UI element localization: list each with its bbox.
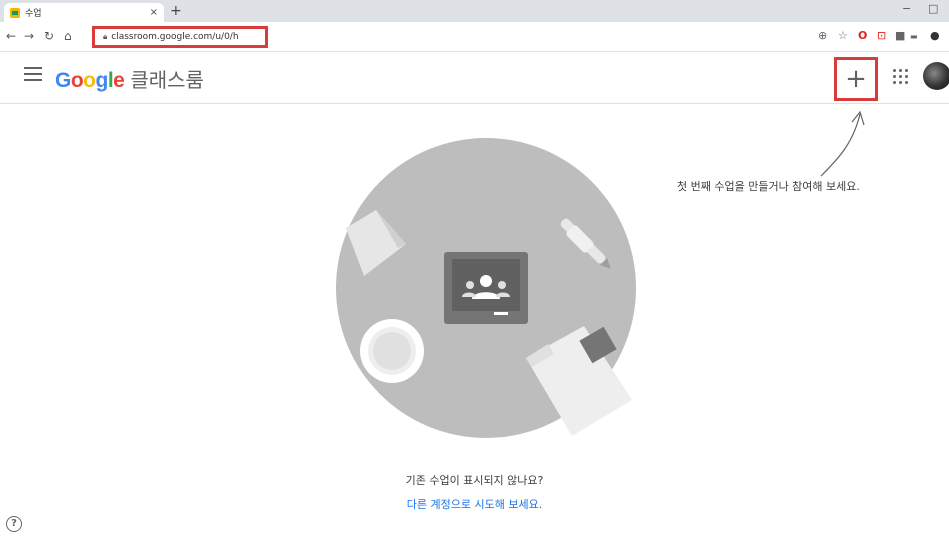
minimize-icon[interactable]: − xyxy=(902,2,911,15)
switch-account-link[interactable]: 다른 계정으로 시도해 보세요. xyxy=(0,496,949,512)
reload-icon[interactable]: ↻ xyxy=(44,29,54,43)
opera-extension-icon[interactable]: O xyxy=(858,29,867,42)
url-text: classroom.google.com/u/0/h xyxy=(111,32,239,42)
extension-icon[interactable]: ⊡ xyxy=(877,29,886,42)
hamburger-menu-icon[interactable] xyxy=(24,67,42,81)
maximize-icon[interactable]: □ xyxy=(928,2,938,15)
google-apps-icon[interactable] xyxy=(893,69,908,84)
create-or-join-class-button[interactable]: + xyxy=(834,57,878,101)
coffee-cup-icon xyxy=(360,319,424,383)
tab-close-icon[interactable]: × xyxy=(150,7,158,18)
new-tab-button[interactable]: + xyxy=(170,3,182,19)
brand[interactable]: Google 클래스룸 xyxy=(55,64,204,93)
empty-classroom-illustration xyxy=(336,138,636,438)
tab-title: 수업 xyxy=(25,9,42,19)
forward-icon[interactable]: → xyxy=(24,29,34,43)
create-class-hint: 첫 번째 수업을 만들거나 참여해 보세요. xyxy=(677,180,860,193)
lock-icon: 🔒︎ xyxy=(103,32,108,41)
extension-square-icon[interactable]: ■ xyxy=(895,29,905,42)
product-name: 클래스룸 xyxy=(130,70,204,92)
back-icon[interactable]: ← xyxy=(6,29,16,43)
bookmark-star-icon[interactable]: ☆ xyxy=(838,29,848,42)
profile-extension-icon[interactable]: ● xyxy=(930,29,940,42)
avatar[interactable] xyxy=(923,62,949,90)
app-header: Google 클래스룸 + xyxy=(0,52,949,104)
classroom-favicon-icon xyxy=(10,7,20,18)
zoom-icon[interactable]: ⊕ xyxy=(818,29,827,42)
classroom-board-icon xyxy=(444,252,528,324)
browser-tab[interactable]: 수업 × xyxy=(4,3,164,22)
extension-off-icon[interactable]: ▬ xyxy=(910,32,918,41)
missing-classes-question: 기존 수업이 표시되지 않나요? xyxy=(405,474,544,487)
address-bar[interactable]: 🔒︎ classroom.google.com/u/0/h xyxy=(92,26,268,48)
help-icon[interactable]: ? xyxy=(6,516,22,532)
google-logo: Google xyxy=(55,69,125,92)
browser-tab-bar: 수업 × + − □ xyxy=(0,0,949,22)
home-icon[interactable]: ⌂ xyxy=(64,29,72,43)
browser-toolbar: ← → ↻ ⌂ 🔒︎ classroom.google.com/u/0/h ⊕ … xyxy=(0,22,949,52)
hint-arrow-icon xyxy=(820,110,865,177)
